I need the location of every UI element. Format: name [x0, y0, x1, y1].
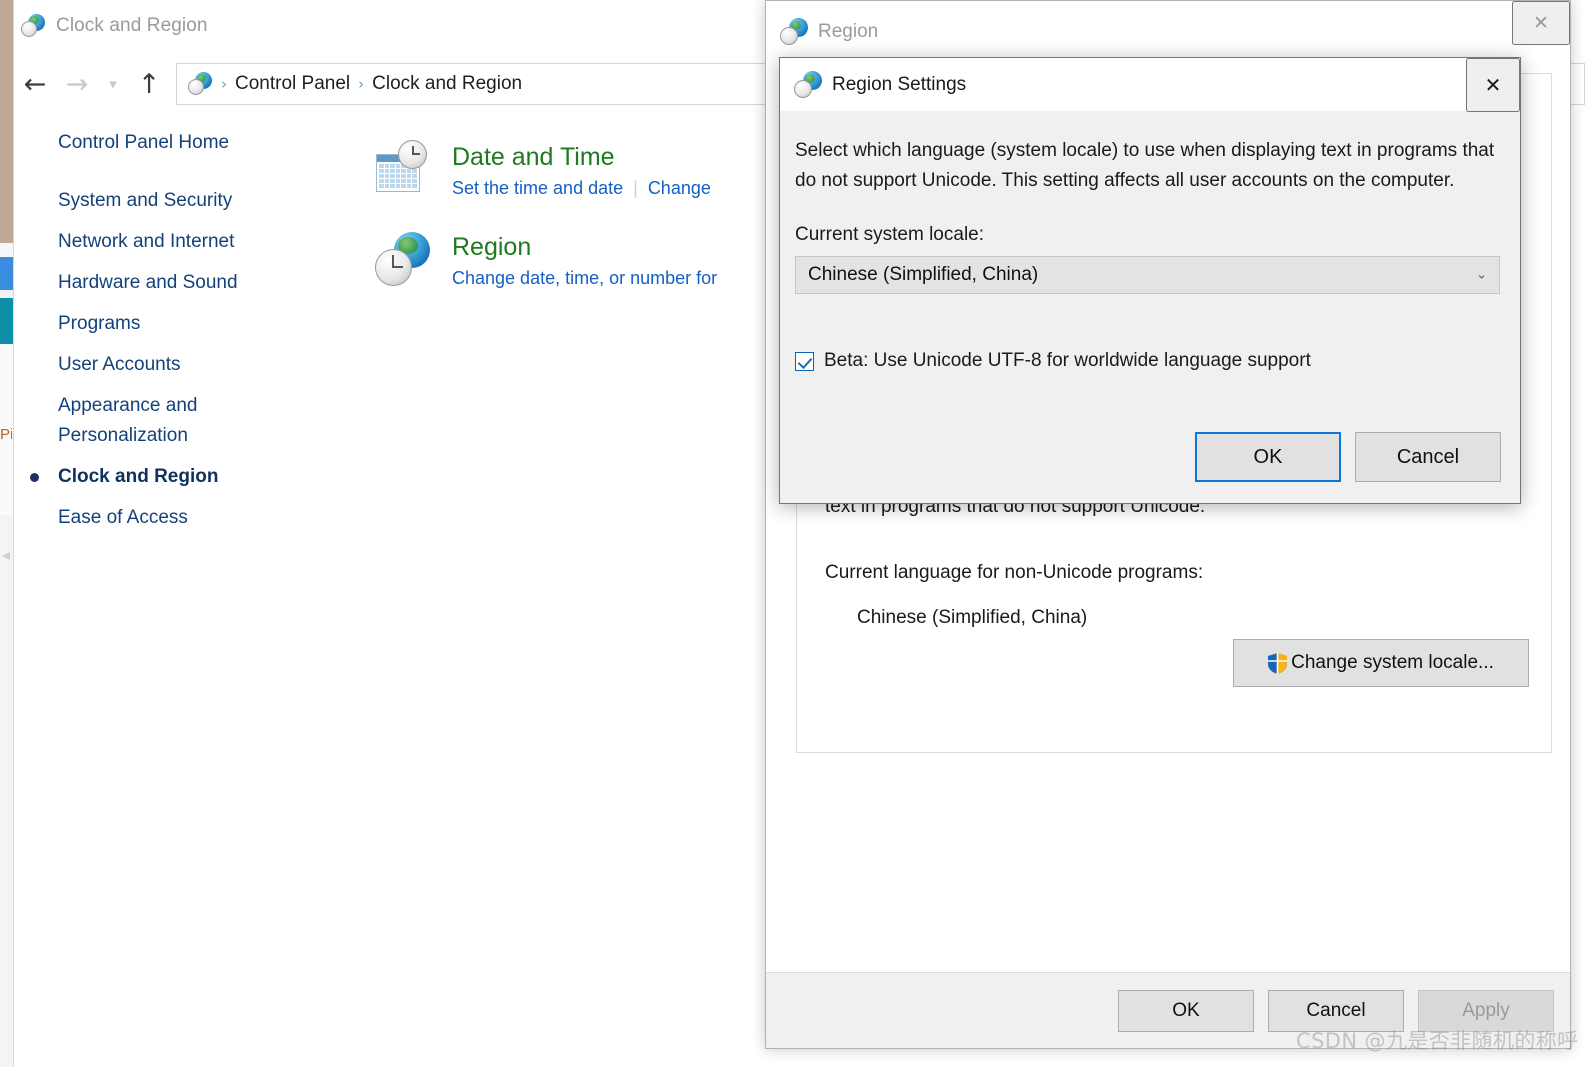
dialog-title: Region Settings	[832, 73, 967, 95]
change-system-locale-button[interactable]: Change system locale...	[1233, 639, 1529, 687]
up-button[interactable]: ↑	[128, 63, 170, 105]
sidebar-item-control-panel-home[interactable]: Control Panel Home	[58, 128, 359, 158]
recent-locations-button[interactable]: ▾	[98, 63, 128, 105]
sidebar-item-user-accounts[interactable]: User Accounts	[58, 350, 359, 380]
content-item-title-region[interactable]: Region	[452, 230, 717, 264]
globe-clock-icon	[794, 70, 822, 99]
background-window-fragment-4	[0, 515, 14, 1067]
link-set-the-time-and-date[interactable]: Set the time and date	[452, 178, 623, 199]
control-panel-sidebar: Control Panel Home System and Security N…	[14, 128, 359, 1028]
content-item-links: Change date, time, or number for	[452, 268, 717, 289]
uac-shield-icon	[1268, 652, 1288, 674]
utf8-checkbox-label: Beta: Use Unicode UTF-8 for worldwide la…	[824, 350, 1311, 371]
desktop-background-strip: Pi ◂	[0, 0, 14, 1067]
content-item-title-date-and-time[interactable]: Date and Time	[452, 140, 711, 174]
background-window-fragment-tan	[0, 0, 14, 243]
forward-button[interactable]: →	[56, 63, 98, 105]
current-language-value: Chinese (Simplified, China)	[857, 607, 1088, 628]
breadcrumb-globe-clock-icon	[187, 71, 213, 97]
sidebar-item-ease-of-access[interactable]: Ease of Access	[58, 503, 359, 533]
close-icon[interactable]: ✕	[1512, 1, 1570, 45]
dialog-cancel-button[interactable]: Cancel	[1355, 432, 1501, 482]
globe-clock-icon	[780, 18, 808, 46]
watermark: CSDN @九是否非随机的称呼	[1296, 1029, 1579, 1053]
utf8-checkbox-row[interactable]: Beta: Use Unicode UTF-8 for worldwide la…	[795, 350, 1500, 372]
sidebar-item-network-and-internet[interactable]: Network and Internet	[58, 227, 359, 257]
link-change-time-zone[interactable]: Change	[648, 178, 711, 199]
dialog-titlebar: Region Settings ✕	[780, 58, 1520, 112]
link-divider: |	[633, 178, 638, 198]
system-locale-selected-value: Chinese (Simplified, China)	[808, 264, 1039, 285]
breadcrumb-separator-icon: ›	[221, 75, 227, 93]
sidebar-item-programs[interactable]: Programs	[58, 309, 359, 339]
breadcrumb-item-clock-and-region[interactable]: Clock and Region	[372, 73, 522, 95]
current-item-bullet-icon	[30, 473, 39, 482]
background-text-fragment: Pi	[0, 426, 12, 443]
breadcrumb-separator-icon-2: ›	[358, 75, 365, 93]
dialog-button-row: OK Cancel	[1195, 432, 1501, 482]
sidebar-item-clock-and-region[interactable]: Clock and Region	[30, 462, 359, 492]
sidebar-item-hardware-and-sound[interactable]: Hardware and Sound	[58, 268, 359, 298]
sidebar-item-appearance-and-personalization[interactable]: Appearance and Personalization	[58, 391, 288, 451]
dialog-body: Select which language (system locale) to…	[780, 112, 1520, 372]
control-panel-title: Clock and Region	[56, 15, 208, 36]
current-language-label: Current language for non-Unicode program…	[825, 562, 1204, 583]
background-window-fragment-1	[0, 243, 14, 257]
background-window-fragment-blue	[0, 257, 14, 290]
utf8-checkbox[interactable]	[795, 351, 814, 371]
background-window-fragment-teal	[0, 298, 14, 344]
region-ok-button[interactable]: OK	[1118, 989, 1254, 1032]
dialog-ok-button[interactable]: OK	[1195, 432, 1341, 482]
dialog-description: Select which language (system locale) to…	[795, 140, 1495, 191]
sidebar-item-label: Clock and Region	[58, 466, 219, 487]
background-window-fragment-2	[0, 290, 14, 298]
region-settings-dialog: Region Settings ✕ Select which language …	[779, 57, 1521, 504]
breadcrumb-item-control-panel[interactable]: Control Panel	[235, 73, 350, 95]
system-locale-dropdown[interactable]: Chinese (Simplified, China) ⌄	[795, 256, 1500, 294]
content-item-text: Date and Time Set the time and date | Ch…	[452, 140, 711, 200]
screen: Pi ◂ Clock and Region ← → ▾ ↑ › Control …	[0, 0, 1585, 1067]
calendar-clock-icon	[374, 140, 434, 200]
change-system-locale-label: Change system locale...	[1291, 652, 1494, 673]
link-change-date-time-or-number-formats[interactable]: Change date, time, or number for	[452, 268, 717, 289]
region-window-titlebar: Region ✕	[766, 1, 1570, 63]
close-icon[interactable]: ✕	[1466, 58, 1520, 112]
current-system-locale-label: Current system locale:	[795, 224, 985, 245]
region-window-title: Region	[818, 21, 879, 42]
back-button[interactable]: ←	[14, 63, 56, 105]
globe-clock-icon	[374, 230, 434, 290]
chevron-down-icon: ⌄	[1476, 267, 1487, 283]
globe-clock-icon	[20, 13, 46, 39]
sidebar-item-system-and-security[interactable]: System and Security	[58, 186, 359, 216]
content-item-links: Set the time and date | Change	[452, 178, 711, 199]
content-item-text: Region Change date, time, or number for	[452, 230, 717, 290]
